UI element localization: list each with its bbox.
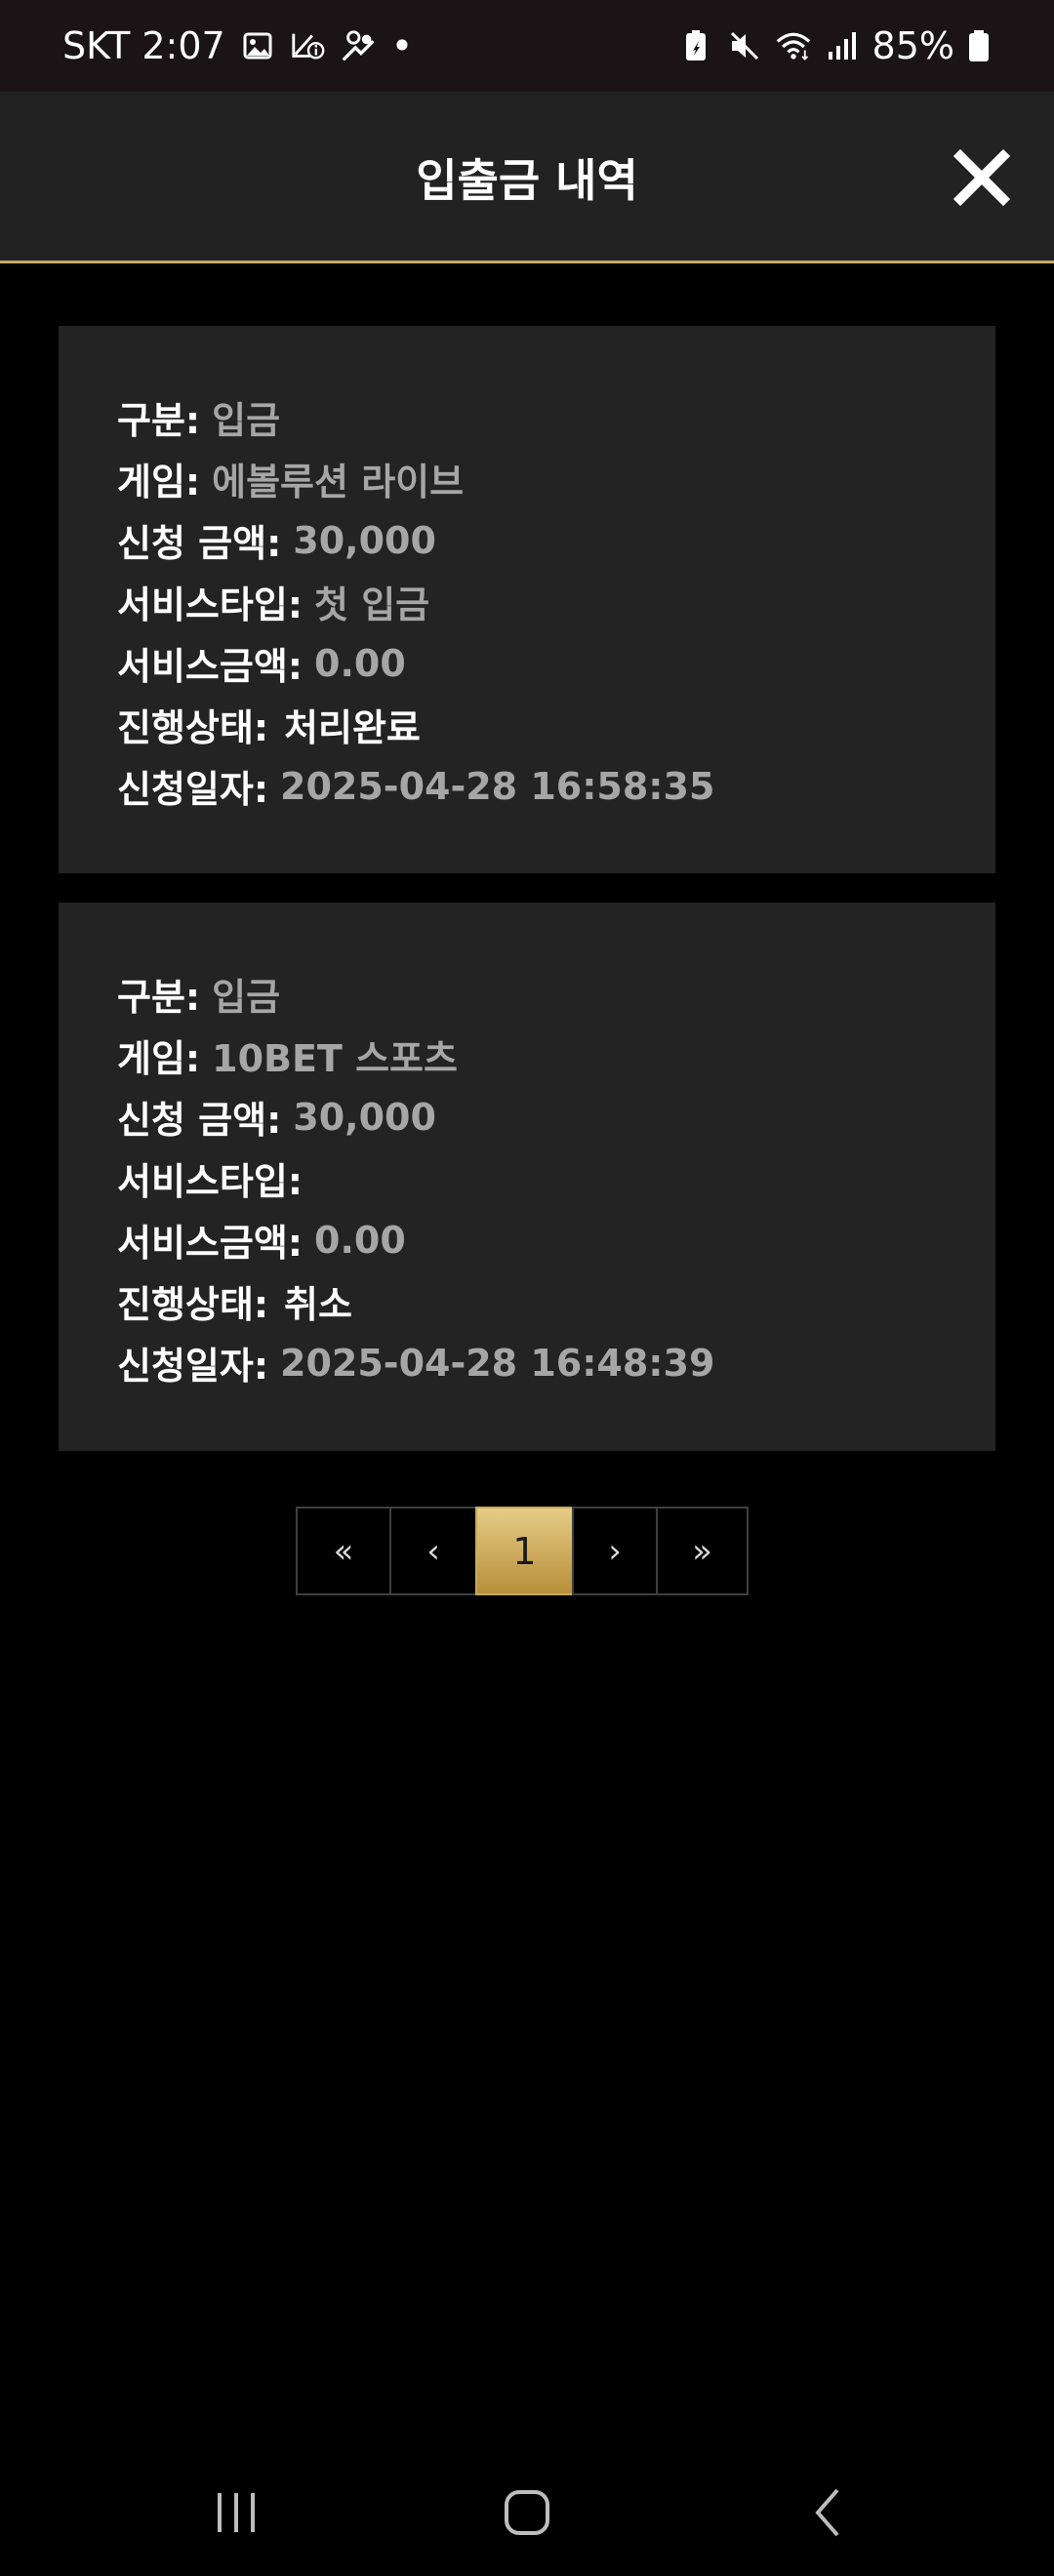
gallery-icon: [239, 27, 276, 64]
status-left: SKT 2:07 •: [62, 24, 413, 67]
service-amount-label: 서비스금액:: [117, 645, 303, 688]
battery-icon: [966, 27, 992, 64]
type-label: 구분:: [117, 976, 201, 1019]
game-value: 10BET 스포츠: [212, 1037, 458, 1080]
date-value: 2025-04-28 16:48:39: [280, 1341, 715, 1385]
prev-page-button[interactable]: ‹: [389, 1507, 477, 1595]
service-amount-value: 0.00: [314, 641, 406, 685]
date-row: 신청일자: 2025-04-28 16:48:39: [117, 1332, 937, 1393]
service-type-label: 서비스타입:: [117, 1160, 303, 1203]
recent-apps-button[interactable]: [187, 2478, 285, 2547]
recent-apps-icon: [218, 2493, 255, 2532]
page-button-current[interactable]: 1: [475, 1507, 574, 1595]
game-row: 게임: 에볼루션 라이브: [117, 448, 937, 509]
amount-row: 신청 금액: 30,000: [117, 509, 937, 571]
type-value: 입금: [212, 399, 281, 442]
status-row: 진행상태: 처리완료: [117, 694, 937, 755]
type-label: 구분:: [117, 399, 201, 442]
game-label: 게임:: [117, 461, 201, 503]
navigation-bar: [0, 2449, 1054, 2576]
service-type-row: 서비스타입:: [117, 1147, 937, 1209]
game-value: 에볼루션 라이브: [212, 461, 465, 503]
amount-label: 신청 금액:: [117, 522, 282, 565]
status-label: 진행상태:: [117, 706, 269, 749]
back-button[interactable]: [779, 2478, 876, 2547]
status-value: 취소: [284, 1283, 352, 1326]
status-bar: SKT 2:07 • 85%: [0, 0, 1054, 92]
service-amount-row: 서비스금액: 0.00: [117, 632, 937, 694]
status-value: 처리완료: [284, 706, 421, 749]
page-title: 입출금 내역: [416, 154, 638, 207]
amount-value: 30,000: [293, 1095, 436, 1139]
status-label: 진행상태:: [117, 1283, 269, 1326]
first-page-button[interactable]: «: [296, 1507, 391, 1595]
service-type-label: 서비스타입:: [117, 584, 303, 626]
home-button[interactable]: [478, 2478, 576, 2547]
pagination: « ‹ 1 › »: [296, 1507, 749, 1595]
amount-label: 신청 금액:: [117, 1099, 282, 1142]
status-right: 85%: [677, 24, 992, 67]
notification-dot: •: [390, 24, 414, 67]
last-page-button[interactable]: »: [656, 1507, 749, 1595]
service-type-row: 서비스타입: 첫 입금: [117, 571, 937, 632]
date-value: 2025-04-28 16:58:35: [280, 764, 715, 808]
type-row: 구분: 입금: [117, 963, 937, 1025]
service-amount-label: 서비스금액:: [117, 1222, 303, 1265]
wifi-icon: [775, 27, 812, 64]
transaction-card: 구분: 입금 게임: 에볼루션 라이브 신청 금액: 30,000 서비스타입:…: [59, 326, 995, 873]
back-icon: [815, 2488, 839, 2537]
close-icon: [953, 148, 1011, 207]
close-button[interactable]: [943, 139, 1021, 217]
service-type-value: 첫 입금: [314, 584, 430, 626]
next-page-button[interactable]: ›: [572, 1507, 658, 1595]
signal-icon: [824, 27, 861, 64]
mute-icon: [726, 27, 763, 64]
transaction-card: 구분: 입금 게임: 10BET 스포츠 신청 금액: 30,000 서비스타입…: [59, 903, 995, 1451]
status-row: 진행상태: 취소: [117, 1270, 937, 1332]
game-row: 게임: 10BET 스포츠: [117, 1025, 937, 1086]
type-row: 구분: 입금: [117, 386, 937, 448]
service-amount-row: 서비스금액: 0.00: [117, 1209, 937, 1270]
service-amount-value: 0.00: [314, 1218, 406, 1262]
home-icon: [505, 2490, 549, 2535]
carrier-time: SKT 2:07: [62, 24, 225, 67]
gesture-icon: [341, 27, 378, 64]
battery-percent: 85%: [872, 24, 954, 67]
date-row: 신청일자: 2025-04-28 16:58:35: [117, 755, 937, 817]
missed-call-icon: [290, 27, 327, 64]
modal-header: 입출금 내역: [0, 92, 1054, 263]
date-label: 신청일자:: [117, 1345, 269, 1388]
battery-saver-icon: [677, 27, 714, 64]
amount-value: 30,000: [293, 518, 436, 562]
date-label: 신청일자:: [117, 768, 269, 811]
amount-row: 신청 금액: 30,000: [117, 1086, 937, 1147]
type-value: 입금: [212, 976, 281, 1019]
game-label: 게임:: [117, 1037, 201, 1080]
